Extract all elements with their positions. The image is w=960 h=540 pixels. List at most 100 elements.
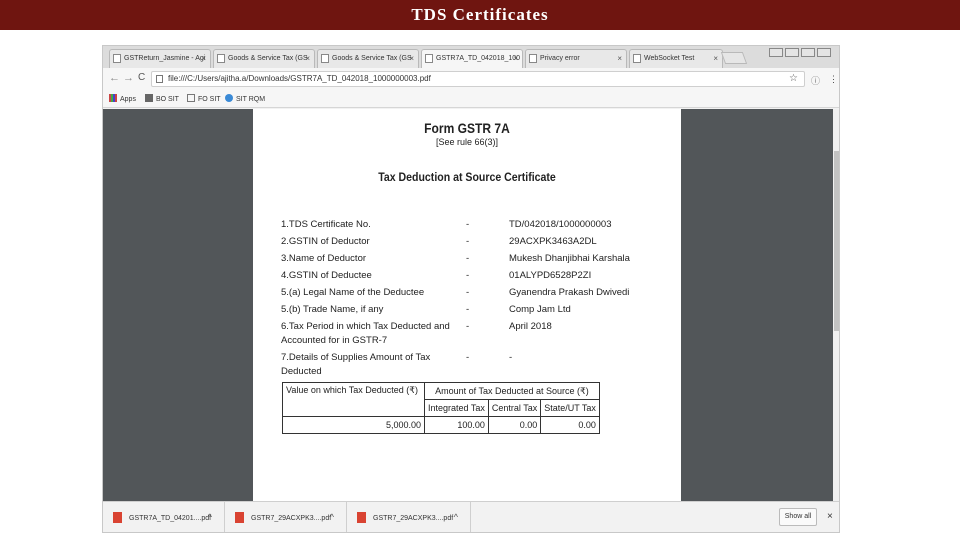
pdf-icon (235, 512, 244, 523)
page-icon (633, 54, 641, 63)
header-amount-deducted: Amount of Tax Deducted at Source (₹) (424, 382, 600, 400)
certificate-title: Tax Deduction at Source Certificate (378, 170, 556, 184)
scrollbar-thumb[interactable] (834, 151, 839, 331)
menu-icon[interactable]: ⋮ (829, 74, 838, 85)
tab-label: Privacy error (540, 55, 580, 62)
pdf-viewer[interactable]: Form GSTR 7A [See rule 66(3)] Tax Deduct… (103, 109, 839, 501)
header-state-tax: State/UT Tax (540, 399, 600, 417)
page-icon (321, 54, 329, 63)
field-value: 29ACXPK3463A2DL (509, 236, 597, 247)
field-separator: - (466, 287, 470, 298)
user-icon[interactable] (769, 48, 783, 57)
browser-window: GSTReturn_Jasmine - Agi × Goods & Servic… (102, 45, 840, 533)
file-icon (156, 75, 163, 83)
field-label: 2.GSTIN of Deductor (281, 236, 370, 247)
download-item[interactable]: GSTR7_29ACXPK3....pdf ^ (225, 502, 347, 532)
tax-table: Value on which Tax Deducted (₹) Amount o… (282, 382, 600, 434)
bookmark-fo-sit[interactable]: FO SIT (187, 94, 221, 103)
bookmark-bo-sit[interactable]: BO SIT (145, 94, 179, 103)
close-icon[interactable]: × (827, 511, 833, 522)
tab-label: Goods & Service Tax (GS (228, 55, 308, 62)
download-name: GSTR7A_TD_04201....pdf (129, 515, 212, 522)
tab-gstr7a[interactable]: GSTR7A_TD_042018_100 × (421, 49, 523, 68)
field-separator: - (466, 236, 470, 247)
cell-value: 5,000.00 (282, 416, 425, 434)
apps-icon (109, 94, 117, 102)
back-icon[interactable]: ← (109, 72, 120, 84)
pdf-page: Form GSTR 7A [See rule 66(3)] Tax Deduct… (253, 109, 681, 501)
field-separator: - (466, 219, 470, 230)
bookmark-label: FO SIT (198, 96, 221, 103)
close-icon[interactable]: × (201, 50, 206, 67)
field-label: 6.Tax Period in which Tax Deducted and Ac… (281, 320, 466, 348)
show-all-button[interactable]: Show all (779, 508, 817, 526)
bookmark-sit-rqm[interactable]: SIT RQM (225, 94, 265, 103)
field-value: - (509, 352, 513, 363)
field-label-line: Deducted (281, 366, 322, 377)
cell-integrated: 100.00 (424, 416, 489, 434)
close-icon[interactable]: × (713, 50, 718, 67)
pdf-icon (357, 512, 366, 523)
tab-websocket-test[interactable]: WebSocket Test × (629, 49, 723, 68)
page-icon (113, 54, 121, 63)
download-name: GSTR7_29ACXPK3....pdf (373, 515, 454, 522)
field-value: Comp Jam Ltd (509, 304, 571, 315)
field-label: 5.(b) Trade Name, if any (281, 304, 384, 315)
window-close-icon[interactable] (817, 48, 831, 57)
tab-gstreturn[interactable]: GSTReturn_Jasmine - Agi × (109, 49, 211, 68)
chevron-up-icon[interactable]: ^ (330, 512, 334, 522)
field-separator: - (466, 352, 470, 363)
bank-icon (145, 94, 153, 102)
field-separator: - (466, 304, 470, 315)
field-value: 01ALYPD6528P2ZI (509, 270, 592, 281)
bookmarks-bar: Apps BO SIT FO SIT SIT RQM (103, 90, 839, 108)
bookmark-label: Apps (120, 96, 136, 103)
page-icon (187, 94, 195, 102)
globe-icon (225, 94, 233, 102)
download-item[interactable]: GSTR7_29ACXPK3....pdf ^ (347, 502, 471, 532)
close-icon[interactable]: × (409, 50, 414, 67)
tab-privacy-error[interactable]: Privacy error × (525, 49, 627, 68)
reload-icon[interactable]: C (138, 72, 145, 83)
tab-goods-service-2[interactable]: Goods & Service Tax (GS × (317, 49, 419, 68)
tab-goods-service-1[interactable]: Goods & Service Tax (GS × (213, 49, 315, 68)
address-text: file:///C:/Users/ajitha.a/Downloads/GSTR… (168, 74, 431, 83)
field-label-line: 6.Tax Period in which Tax Deducted and (281, 321, 450, 332)
download-item[interactable]: GSTR7A_TD_04201....pdf ^ (103, 502, 225, 532)
slide: TDS Certificates GSTReturn_Jasmine - Agi… (0, 0, 960, 540)
new-tab-button[interactable] (720, 52, 748, 64)
vertical-scrollbar[interactable] (833, 109, 839, 501)
header-value-deducted: Value on which Tax Deducted (₹) (282, 382, 425, 417)
field-label: 4.GSTIN of Deductee (281, 270, 372, 281)
field-separator: - (466, 253, 470, 264)
field-value: Mukesh Dhanjibhai Karshala (509, 253, 630, 264)
extension-icon[interactable]: ⓘ (811, 74, 820, 87)
chevron-up-icon[interactable]: ^ (454, 512, 458, 522)
field-separator: - (466, 321, 470, 332)
chevron-up-icon[interactable]: ^ (208, 512, 212, 522)
field-label: 1.TDS Certificate No. (281, 219, 371, 230)
minimize-icon[interactable] (785, 48, 799, 57)
field-label: 7.Details of Supplies Amount of Tax Deduc… (281, 351, 466, 379)
star-icon[interactable]: ☆ (789, 72, 798, 86)
downloads-bar: GSTR7A_TD_04201....pdf ^ GSTR7_29ACXPK3.… (103, 501, 839, 532)
field-row: 6.Tax Period in which Tax Deducted and Ac… (281, 320, 661, 348)
close-icon[interactable]: × (305, 50, 310, 67)
form-rule: [See rule 66(3)] (435, 137, 499, 147)
cell-central: 0.00 (487, 416, 542, 434)
download-name: GSTR7_29ACXPK3....pdf (251, 515, 332, 522)
close-icon[interactable]: × (617, 50, 622, 67)
forward-icon[interactable]: → (123, 72, 134, 84)
tab-label: GSTR7A_TD_042018_100 (436, 55, 521, 62)
bookmark-apps[interactable]: Apps (109, 94, 136, 103)
bookmark-label: BO SIT (156, 96, 179, 103)
tab-label: GSTReturn_Jasmine - Agi (124, 55, 206, 62)
form-title: Form GSTR 7A (424, 120, 510, 136)
address-bar[interactable]: file:///C:/Users/ajitha.a/Downloads/GSTR… (151, 71, 805, 87)
field-row: 7.Details of Supplies Amount of Tax Deduc… (281, 351, 661, 379)
field-label: 3.Name of Deductor (281, 253, 367, 264)
header-central-tax: Central Tax (487, 399, 542, 417)
field-label: 5.(a) Legal Name of the Deductee (281, 287, 425, 298)
close-icon[interactable]: × (513, 50, 518, 67)
restore-icon[interactable] (801, 48, 815, 57)
